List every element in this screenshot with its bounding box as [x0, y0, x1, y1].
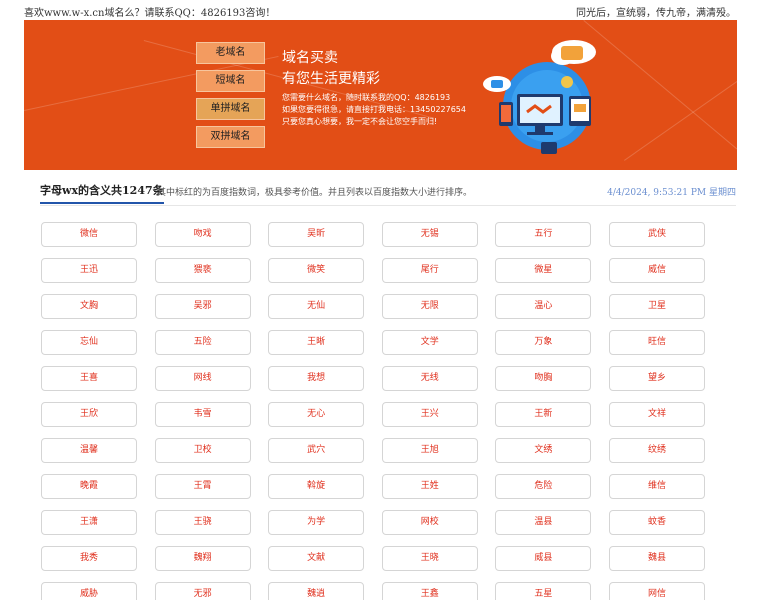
- word-link[interactable]: 吻胸: [495, 366, 592, 391]
- word-link[interactable]: 吴昕: [268, 222, 365, 247]
- word-link[interactable]: 温馨: [41, 438, 137, 463]
- word-link[interactable]: 王霄: [154, 474, 251, 499]
- section-title: 字母wx的含义共1247条: [40, 182, 164, 204]
- word-link[interactable]: 晚霞: [41, 474, 137, 499]
- word-link[interactable]: 我想: [268, 366, 365, 391]
- hero-banner: 老域名 短域名 单拼域名 双拼域名 域名买卖 有您生活更精彩 您需要什么域名，随…: [24, 20, 737, 170]
- banner-info-phone: 如果您要得很急，请直接打我电话：13450227654: [282, 105, 466, 114]
- menu-single-pinyin-domain[interactable]: 单拼域名: [196, 98, 265, 120]
- section-header: 字母wx的含义共1247条 其中标红的为百度指数词，极具参考价值。并且列表以百度…: [40, 182, 736, 206]
- menu-double-pinyin-domain[interactable]: 双拼域名: [196, 126, 265, 148]
- word-link[interactable]: 无锡: [381, 222, 478, 247]
- word-link[interactable]: 无心: [268, 402, 365, 427]
- word-link[interactable]: 武侠: [609, 222, 705, 247]
- word-link[interactable]: 威信: [609, 258, 705, 283]
- word-link[interactable]: 尾行: [381, 258, 478, 283]
- word-link[interactable]: 无限: [381, 294, 478, 319]
- menu-short-domain[interactable]: 短域名: [196, 70, 265, 92]
- word-link[interactable]: 忘仙: [41, 330, 137, 355]
- word-link[interactable]: 五行: [495, 222, 592, 247]
- word-link[interactable]: 微星: [495, 258, 592, 283]
- word-link[interactable]: 微信: [41, 222, 137, 247]
- section-description: 其中标红的为百度指数词，极具参考价值。并且列表以百度指数大小进行排序。: [157, 188, 473, 198]
- network-illustration-icon: [483, 40, 596, 154]
- word-link[interactable]: 无仙: [268, 294, 365, 319]
- word-link[interactable]: 维信: [609, 474, 705, 499]
- word-link[interactable]: 蚊香: [609, 510, 705, 535]
- word-link[interactable]: 魏翔: [154, 546, 251, 571]
- word-link[interactable]: 文绣: [495, 438, 592, 463]
- word-link[interactable]: 网线: [154, 366, 251, 391]
- word-link[interactable]: 王喜: [41, 366, 137, 391]
- word-link[interactable]: 王鑫: [381, 582, 478, 600]
- word-link[interactable]: 万象: [495, 330, 592, 355]
- menu-old-domain[interactable]: 老域名: [196, 42, 265, 64]
- word-link[interactable]: 望乡: [609, 366, 705, 391]
- word-link[interactable]: 五星: [495, 582, 592, 600]
- word-link[interactable]: 威县: [495, 546, 592, 571]
- word-link[interactable]: 为学: [268, 510, 365, 535]
- word-link[interactable]: 危险: [495, 474, 592, 499]
- word-link[interactable]: 王欣: [41, 402, 137, 427]
- top-bar: 喜欢www.w-x.cn域名么？请联系QQ：4826193咨询！ 同光后，宣统弱…: [0, 0, 760, 20]
- banner-slogan-line2: 有您生活更精彩: [282, 71, 380, 87]
- word-link[interactable]: 微笑: [268, 258, 365, 283]
- word-link[interactable]: 旺信: [609, 330, 705, 355]
- section-divider: [40, 205, 736, 206]
- banner-info-promise: 只要您真心想要，我一定不会让您空手而归!: [282, 117, 438, 126]
- word-link[interactable]: 猥亵: [154, 258, 251, 283]
- word-link[interactable]: 网校: [381, 510, 478, 535]
- word-link[interactable]: 无邪: [154, 582, 251, 600]
- word-link[interactable]: 威胁: [41, 582, 137, 600]
- word-link[interactable]: 王晰: [268, 330, 365, 355]
- word-link[interactable]: 温心: [495, 294, 592, 319]
- word-link[interactable]: 王兴: [381, 402, 478, 427]
- word-link[interactable]: 王姓: [381, 474, 478, 499]
- word-link[interactable]: 我秀: [41, 546, 137, 571]
- word-link[interactable]: 卫星: [609, 294, 705, 319]
- word-link[interactable]: 卫校: [154, 438, 251, 463]
- word-link[interactable]: 文献: [268, 546, 365, 571]
- word-link[interactable]: 五险: [154, 330, 251, 355]
- top-bar-promo: 喜欢www.w-x.cn域名么？请联系QQ：4826193咨询！: [24, 8, 276, 19]
- word-link[interactable]: 文祥: [609, 402, 705, 427]
- word-link[interactable]: 吴邪: [154, 294, 251, 319]
- word-link[interactable]: 王旭: [381, 438, 478, 463]
- word-link[interactable]: 斡旋: [268, 474, 365, 499]
- word-link[interactable]: 文胸: [41, 294, 137, 319]
- word-link[interactable]: 魏逍: [268, 582, 365, 600]
- word-link[interactable]: 温县: [495, 510, 592, 535]
- word-link[interactable]: 吻戏: [154, 222, 251, 247]
- banner-ray: [624, 79, 737, 161]
- word-link[interactable]: 王迅: [41, 258, 137, 283]
- word-link[interactable]: 武穴: [268, 438, 365, 463]
- word-link[interactable]: 纹绣: [609, 438, 705, 463]
- top-bar-motto: 同光后，宣统弱，传九帝，满清殁。: [576, 8, 736, 19]
- word-link[interactable]: 文学: [381, 330, 478, 355]
- section-date: 4/4/2024, 9:53:21 PM 星期四: [607, 188, 736, 198]
- word-link[interactable]: 魏县: [609, 546, 705, 571]
- word-link[interactable]: 王新: [495, 402, 592, 427]
- word-link[interactable]: 网信: [609, 582, 705, 600]
- word-link[interactable]: 无线: [381, 366, 478, 391]
- word-link[interactable]: 王骁: [154, 510, 251, 535]
- banner-info-qq: 您需要什么域名，随时联系我的QQ：4826193: [282, 93, 451, 102]
- banner-slogan-line1: 域名买卖: [282, 50, 338, 66]
- word-link[interactable]: 王晓: [381, 546, 478, 571]
- word-link[interactable]: 王潇: [41, 510, 137, 535]
- word-link[interactable]: 韦雪: [154, 402, 251, 427]
